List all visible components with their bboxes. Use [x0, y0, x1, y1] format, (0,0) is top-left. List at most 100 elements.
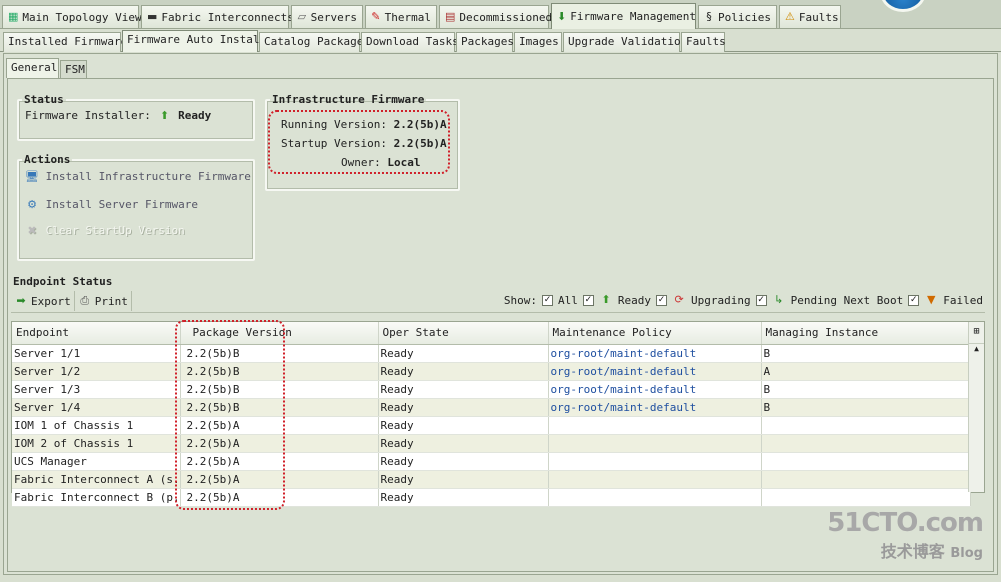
tab-decommissioned[interactable]: ▤ Decommissioned: [439, 5, 552, 28]
upgrading-icon: ⟳: [674, 293, 684, 306]
filter-ready-checkbox[interactable]: ✓: [582, 294, 594, 306]
endpoint-cell: IOM 1 of Chassis 1: [12, 416, 181, 435]
fabric-interconnect-icon: ▬: [147, 10, 158, 23]
general-pane: Status Firmware Installer: ⬆ Ready Actio…: [7, 78, 994, 572]
tab-faults-sub[interactable]: Faults: [681, 32, 726, 52]
oper-state-cell: Ready: [378, 398, 549, 417]
content-panel: General FSM Status Firmware Installer: ⬆…: [3, 53, 998, 575]
failed-icon: ▼: [927, 293, 936, 306]
tab-servers[interactable]: ▱ Servers: [291, 5, 363, 28]
managing-instance-cell: B: [761, 344, 971, 363]
policies-icon: §: [706, 10, 712, 23]
maintenance-policy-cell: [548, 470, 762, 489]
export-button[interactable]: ➡ Export: [11, 291, 75, 311]
maintenance-policy-cell[interactable]: org-root/maint-default: [548, 344, 762, 363]
oper-state-cell: Ready: [378, 362, 549, 381]
print-icon: ⎙: [80, 294, 90, 307]
ready-icon: ⬆: [601, 293, 611, 306]
managing-instance-cell: B: [761, 398, 971, 417]
vertical-scrollbar[interactable]: ⊞ ▲: [968, 322, 984, 492]
oper-state-cell: Ready: [378, 434, 549, 453]
tab-policies[interactable]: § Policies: [698, 5, 777, 28]
tab-images[interactable]: Images: [514, 32, 562, 52]
tab-catalog-package[interactable]: Catalog Package: [259, 32, 363, 52]
actions-group: Actions 🖥 Install Infrastructure Firmwar…: [17, 153, 255, 261]
thermal-icon: ✎: [371, 10, 381, 23]
firmware-installer-value: Ready: [178, 109, 212, 122]
filter-upgrading-checkbox[interactable]: ✓: [656, 294, 668, 306]
tab-thermal[interactable]: ✎ Thermal: [365, 5, 437, 28]
managing-instance-cell: [761, 434, 971, 453]
column-header-managing-instance[interactable]: Managing Instance: [761, 322, 971, 345]
actions-title: Actions: [24, 153, 71, 166]
watermark: 51CTO.com 技术博客 Blog: [827, 508, 984, 561]
column-header-maintenance-policy[interactable]: Maintenance Policy: [548, 322, 762, 345]
maintenance-policy-cell[interactable]: org-root/maint-default: [548, 398, 762, 417]
table-row[interactable]: Server 1/1 2.2(5b)B Ready org-root/maint-de…: [12, 344, 971, 363]
install-server-firmware-link[interactable]: ⚙ Install Server Firmware: [25, 198, 198, 212]
endpoint-cell: Fabric Interconnect B (p...: [12, 488, 181, 507]
tab-packages[interactable]: Packages: [456, 32, 514, 52]
decommissioned-icon: ▤: [445, 10, 456, 23]
maintenance-policy-cell: [548, 488, 762, 507]
table-row[interactable]: Server 1/3 2.2(5b)B Ready org-root/maint-de…: [12, 380, 971, 399]
managing-instance-cell: [761, 470, 971, 489]
table-row[interactable]: IOM 1 of Chassis 1 2.2(5b)A Ready: [12, 416, 971, 435]
endpoint-status-section: Endpoint Status ➡ Export ⎙ Print Show: ✓ Al…: [11, 275, 985, 510]
tab-faults[interactable]: ⚠ Faults: [779, 5, 841, 28]
tab-general[interactable]: General: [6, 58, 59, 78]
server-icon: ▱: [297, 10, 307, 23]
clear-startup-version-link[interactable]: ✖ Clear StartUp Version: [25, 224, 184, 238]
server-firmware-icon: ⚙: [27, 198, 37, 211]
oper-state-cell: Ready: [378, 470, 549, 489]
maintenance-policy-cell: [548, 452, 762, 471]
tab-fabric-interconnects[interactable]: ▬ Fabric Interconnects: [141, 5, 294, 28]
column-header-endpoint[interactable]: Endpoint: [12, 322, 181, 345]
endpoint-status-title: Endpoint Status: [13, 275, 113, 288]
oper-state-cell: Ready: [378, 380, 549, 399]
table-row[interactable]: Server 1/2 2.2(5b)B Ready org-root/maint-de…: [12, 362, 971, 381]
table-row[interactable]: Fabric Interconnect A (s... 2.2(5b)A Ready: [12, 470, 971, 489]
oper-state-cell: Ready: [378, 452, 549, 471]
print-button[interactable]: ⎙ Print: [75, 291, 132, 311]
tab-download-tasks[interactable]: Download Tasks: [361, 32, 459, 52]
tab-main-topology-view[interactable]: ▦ Main Topology View: [2, 5, 142, 28]
sub-tab-bar: Installed Firmware Firmware Auto Install…: [0, 29, 1001, 52]
filter-pending-next-boot-checkbox[interactable]: ✓: [755, 294, 767, 306]
scroll-up-arrow-icon[interactable]: ▲: [969, 344, 984, 353]
endpoint-cell: Fabric Interconnect A (s...: [12, 470, 181, 489]
column-header-oper-state[interactable]: Oper State: [378, 322, 549, 345]
endpoint-cell: UCS Manager: [12, 452, 181, 471]
tab-upgrade-validation[interactable]: Upgrade Validation: [563, 32, 687, 52]
tab-firmware-auto-install[interactable]: Firmware Auto Install: [122, 30, 266, 52]
top-tab-bar: ▦ Main Topology View ▬ Fabric Interconnect…: [0, 0, 1001, 29]
status-group: Status Firmware Installer: ⬆ Ready: [17, 93, 255, 141]
clear-icon: ✖: [27, 224, 37, 237]
endpoint-cell: Server 1/4: [12, 398, 181, 417]
managing-instance-cell: [761, 452, 971, 471]
install-infrastructure-firmware-link[interactable]: 🖥 Install Infrastructure Firmware: [25, 170, 251, 184]
highlight-annotation: [268, 110, 450, 174]
table-row[interactable]: Fabric Interconnect B (p... 2.2(5b)A Ready: [12, 488, 971, 507]
firmware-installer-label: Firmware Installer:: [25, 109, 151, 122]
managing-instance-cell: B: [761, 380, 971, 399]
infrastructure-firmware-group: Infrastructure Firmware Running Version:…: [265, 93, 460, 191]
filter-failed-checkbox[interactable]: ✓: [908, 294, 920, 306]
table-row[interactable]: UCS Manager 2.2(5b)A Ready: [12, 452, 971, 471]
pending-next-boot-icon: ↳: [774, 293, 784, 306]
filter-all-checkbox[interactable]: ✓: [542, 294, 554, 306]
tab-installed-firmware[interactable]: Installed Firmware: [3, 32, 127, 52]
managing-instance-cell: [761, 488, 971, 507]
table-row[interactable]: IOM 2 of Chassis 1 2.2(5b)A Ready: [12, 434, 971, 453]
tab-firmware-management[interactable]: ⬇ Firmware Management: [551, 3, 696, 29]
managing-instance-cell: A: [761, 362, 971, 381]
faults-icon: ⚠: [785, 10, 795, 23]
maintenance-policy-cell[interactable]: org-root/maint-default: [548, 380, 762, 399]
tab-fsm[interactable]: FSM: [60, 60, 87, 78]
maintenance-policy-cell: [548, 416, 762, 435]
column-chooser-icon[interactable]: ⊞: [969, 322, 984, 344]
endpoint-cell: Server 1/3: [12, 380, 181, 399]
table-row[interactable]: Server 1/4 2.2(5b)B Ready org-root/maint-de…: [12, 398, 971, 417]
oper-state-cell: Ready: [378, 488, 549, 507]
maintenance-policy-cell[interactable]: org-root/maint-default: [548, 362, 762, 381]
